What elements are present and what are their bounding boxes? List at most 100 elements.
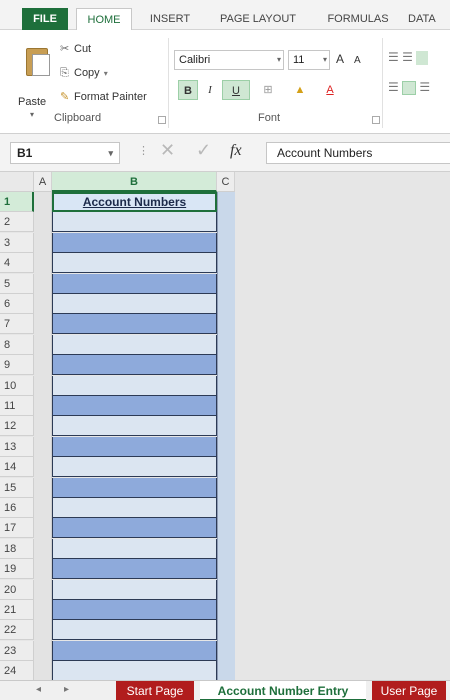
tab-file[interactable]: FILE xyxy=(22,8,68,30)
table-cell[interactable] xyxy=(52,253,217,274)
more-icon: ⋮ xyxy=(138,145,149,157)
table-cell[interactable] xyxy=(52,334,217,355)
chevron-down-icon: ▾ xyxy=(103,69,108,78)
tab-data[interactable]: DATA xyxy=(408,8,450,30)
table-cell[interactable] xyxy=(52,355,217,376)
row-header[interactable]: 5 xyxy=(0,273,34,294)
formula-input[interactable]: Account Numbers xyxy=(266,142,450,164)
dialog-launcher-icon[interactable] xyxy=(372,116,380,124)
italic-button[interactable]: I xyxy=(200,80,220,100)
font-color-button[interactable]: A xyxy=(320,80,340,100)
chevron-down-icon: ▾ xyxy=(30,110,35,119)
format-painter-label: Format Painter xyxy=(74,91,147,103)
row-header[interactable]: 16 xyxy=(0,498,34,518)
row-header[interactable]: 18 xyxy=(0,538,34,559)
insert-function-icon[interactable]: fx xyxy=(230,142,242,160)
cut-button[interactable]: ✂ Cut xyxy=(60,40,91,58)
bold-button[interactable]: B xyxy=(178,80,198,100)
row-header[interactable]: 4 xyxy=(0,253,34,274)
table-cell[interactable] xyxy=(52,579,217,600)
row-header[interactable]: 19 xyxy=(0,559,34,580)
row-header[interactable]: 13 xyxy=(0,436,34,457)
font-family-select[interactable]: Calibri ▾ xyxy=(174,50,284,70)
table-cell[interactable] xyxy=(52,559,217,580)
table-cell[interactable] xyxy=(52,661,217,680)
font-size-select[interactable]: 11 ▾ xyxy=(288,50,330,70)
grow-font-button[interactable]: A xyxy=(336,50,344,68)
sheet-tab-start-page[interactable]: Start Page xyxy=(116,681,194,700)
cell-b1[interactable]: Account Numbers xyxy=(52,192,217,212)
underline-button[interactable]: U xyxy=(222,80,250,100)
row-header[interactable]: 15 xyxy=(0,477,34,498)
copy-button[interactable]: ⎘ Copy ▾ xyxy=(60,64,108,82)
table-cell[interactable] xyxy=(52,477,217,498)
table-cell[interactable] xyxy=(52,273,217,294)
borders-icon[interactable]: ⊞ xyxy=(258,80,278,100)
row-header[interactable]: 7 xyxy=(0,314,34,335)
chevron-down-icon: ▾ xyxy=(322,55,327,64)
ribbon-tab-bar: FILE HOME INSERT PAGE LAYOUT FORMULAS DA… xyxy=(0,0,450,31)
table-cell[interactable] xyxy=(52,600,217,620)
tab-home[interactable]: HOME xyxy=(76,8,132,31)
row-header[interactable]: 8 xyxy=(0,334,34,355)
name-box[interactable]: B1 ▾ xyxy=(10,142,120,164)
table-cell[interactable] xyxy=(52,232,217,253)
row-header[interactable]: 20 xyxy=(0,579,34,600)
align-center-icons[interactable]: ☰ ☰ xyxy=(388,80,450,100)
row-header[interactable]: 22 xyxy=(0,620,34,641)
table-cell[interactable] xyxy=(52,436,217,457)
sheet-tab-account-number-entry[interactable]: Account Number Entry xyxy=(200,681,366,700)
cancel-icon[interactable]: ✕ xyxy=(160,140,175,161)
column-header-b[interactable]: B xyxy=(52,172,217,192)
table-cell[interactable] xyxy=(52,314,217,335)
row-header[interactable]: 23 xyxy=(0,640,34,661)
confirm-icon[interactable]: ✓ xyxy=(196,140,211,161)
sheet-tab-user-page[interactable]: User Page xyxy=(372,681,446,700)
row-header[interactable]: 3 xyxy=(0,232,34,253)
row-header[interactable]: 6 xyxy=(0,294,34,314)
tab-page-layout[interactable]: PAGE LAYOUT xyxy=(210,8,306,30)
row-header[interactable]: 11 xyxy=(0,396,34,416)
chevron-right-icon[interactable]: ▸ xyxy=(64,684,69,695)
copy-label: Copy xyxy=(74,67,100,79)
ribbon-home: Paste ▾ ✂ Cut ⎘ Copy ▾ ✎ Format Painter Clip… xyxy=(0,30,450,134)
format-painter-button[interactable]: ✎ Format Painter xyxy=(60,88,147,106)
column-header-c[interactable]: C xyxy=(217,172,235,192)
table-cell[interactable] xyxy=(52,518,217,539)
table-cell[interactable] xyxy=(52,294,217,314)
table-cell[interactable] xyxy=(52,538,217,559)
column-header-a[interactable]: A xyxy=(34,172,52,192)
table-cell[interactable] xyxy=(52,457,217,478)
cut-label: Cut xyxy=(74,43,92,55)
table-cell[interactable] xyxy=(52,396,217,416)
row-header[interactable]: 10 xyxy=(0,375,34,396)
formula-controls: ⋮ ✕ ✓ fx xyxy=(138,140,264,164)
row-header[interactable]: 9 xyxy=(0,355,34,376)
paper-icon xyxy=(32,54,50,76)
tab-insert[interactable]: INSERT xyxy=(142,8,198,30)
fill-color-icon[interactable]: ▲ xyxy=(290,80,310,100)
paste-button[interactable]: Paste ▾ xyxy=(18,48,58,119)
shrink-font-button[interactable]: A xyxy=(354,52,361,70)
chevron-left-icon[interactable]: ◂ xyxy=(36,684,41,695)
table-cell[interactable] xyxy=(52,498,217,518)
row-header[interactable]: 2 xyxy=(0,212,34,233)
formula-bar: B1 ▾ ⋮ ✕ ✓ fx Account Numbers xyxy=(0,134,450,172)
row-header[interactable]: 24 xyxy=(0,661,34,680)
row-header[interactable]: 21 xyxy=(0,600,34,620)
column-a-cells[interactable] xyxy=(34,192,52,680)
row-header[interactable]: 17 xyxy=(0,518,34,539)
table-cell[interactable] xyxy=(52,640,217,661)
dialog-launcher-icon[interactable] xyxy=(158,116,166,124)
tab-formulas[interactable]: FORMULAS xyxy=(318,8,398,30)
table-cell[interactable] xyxy=(52,620,217,641)
row-header[interactable]: 1 xyxy=(0,192,34,212)
align-top-icons[interactable]: ☰ ☰ xyxy=(388,50,450,70)
table-cell[interactable] xyxy=(52,375,217,396)
column-c-cells[interactable] xyxy=(217,192,235,680)
row-header[interactable]: 14 xyxy=(0,457,34,478)
table-cell[interactable] xyxy=(52,416,217,437)
table-cell[interactable] xyxy=(52,212,217,233)
row-header[interactable]: 12 xyxy=(0,416,34,437)
select-all-corner[interactable] xyxy=(0,172,34,192)
